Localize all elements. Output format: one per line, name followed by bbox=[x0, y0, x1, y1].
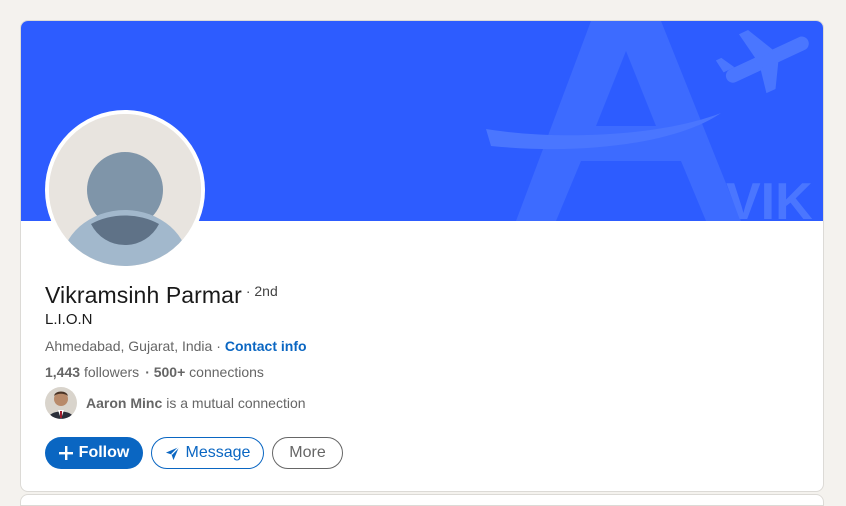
connections-count: · 500+ bbox=[145, 364, 186, 380]
followers-count: 1,443 bbox=[45, 364, 81, 380]
location-row: Ahmedabad, Gujarat, India · Contact info bbox=[45, 338, 307, 354]
mutual-connection[interactable]: Aaron Minc is a mutual connection bbox=[45, 387, 306, 419]
profile-location: Ahmedabad, Gujarat, India · bbox=[45, 338, 221, 354]
more-button-label: More bbox=[289, 444, 326, 461]
profile-stats: 1,443 followers · 500+ connections bbox=[45, 364, 264, 380]
mutual-connection-avatar bbox=[45, 387, 77, 419]
connections-stat[interactable]: · 500+ connections bbox=[145, 364, 264, 380]
profile-avatar[interactable] bbox=[45, 110, 205, 270]
profile-card: VIK Vikramsinh Parmar · 2nd L.I.O.N Ahme… bbox=[20, 20, 824, 492]
mutual-connection-name: Aaron Minc bbox=[86, 395, 163, 411]
profile-actions: Follow Message More bbox=[45, 437, 343, 469]
plus-icon bbox=[58, 446, 73, 460]
message-button[interactable]: Message bbox=[151, 437, 264, 469]
followers-label: followers bbox=[83, 364, 140, 380]
send-icon bbox=[165, 445, 180, 461]
profile-headline: L.I.O.N bbox=[45, 311, 93, 328]
connection-degree: · 2nd bbox=[245, 283, 278, 299]
name-row: Vikramsinh Parmar · 2nd bbox=[45, 282, 278, 309]
mutual-connection-text: is a mutual connection bbox=[166, 395, 306, 411]
message-button-label: Message bbox=[185, 444, 251, 461]
banner-watermark-text: VIK bbox=[726, 173, 813, 221]
connections-label: connections bbox=[189, 364, 264, 380]
contact-info-link[interactable]: Contact info bbox=[225, 338, 307, 354]
avatar-placeholder-icon bbox=[49, 114, 201, 266]
next-card-edge bbox=[20, 494, 824, 506]
more-button[interactable]: More bbox=[272, 437, 343, 469]
followers-stat[interactable]: 1,443 followers bbox=[45, 364, 139, 380]
follow-button[interactable]: Follow bbox=[45, 437, 143, 469]
follow-button-label: Follow bbox=[78, 444, 130, 461]
profile-name: Vikramsinh Parmar bbox=[45, 282, 242, 308]
